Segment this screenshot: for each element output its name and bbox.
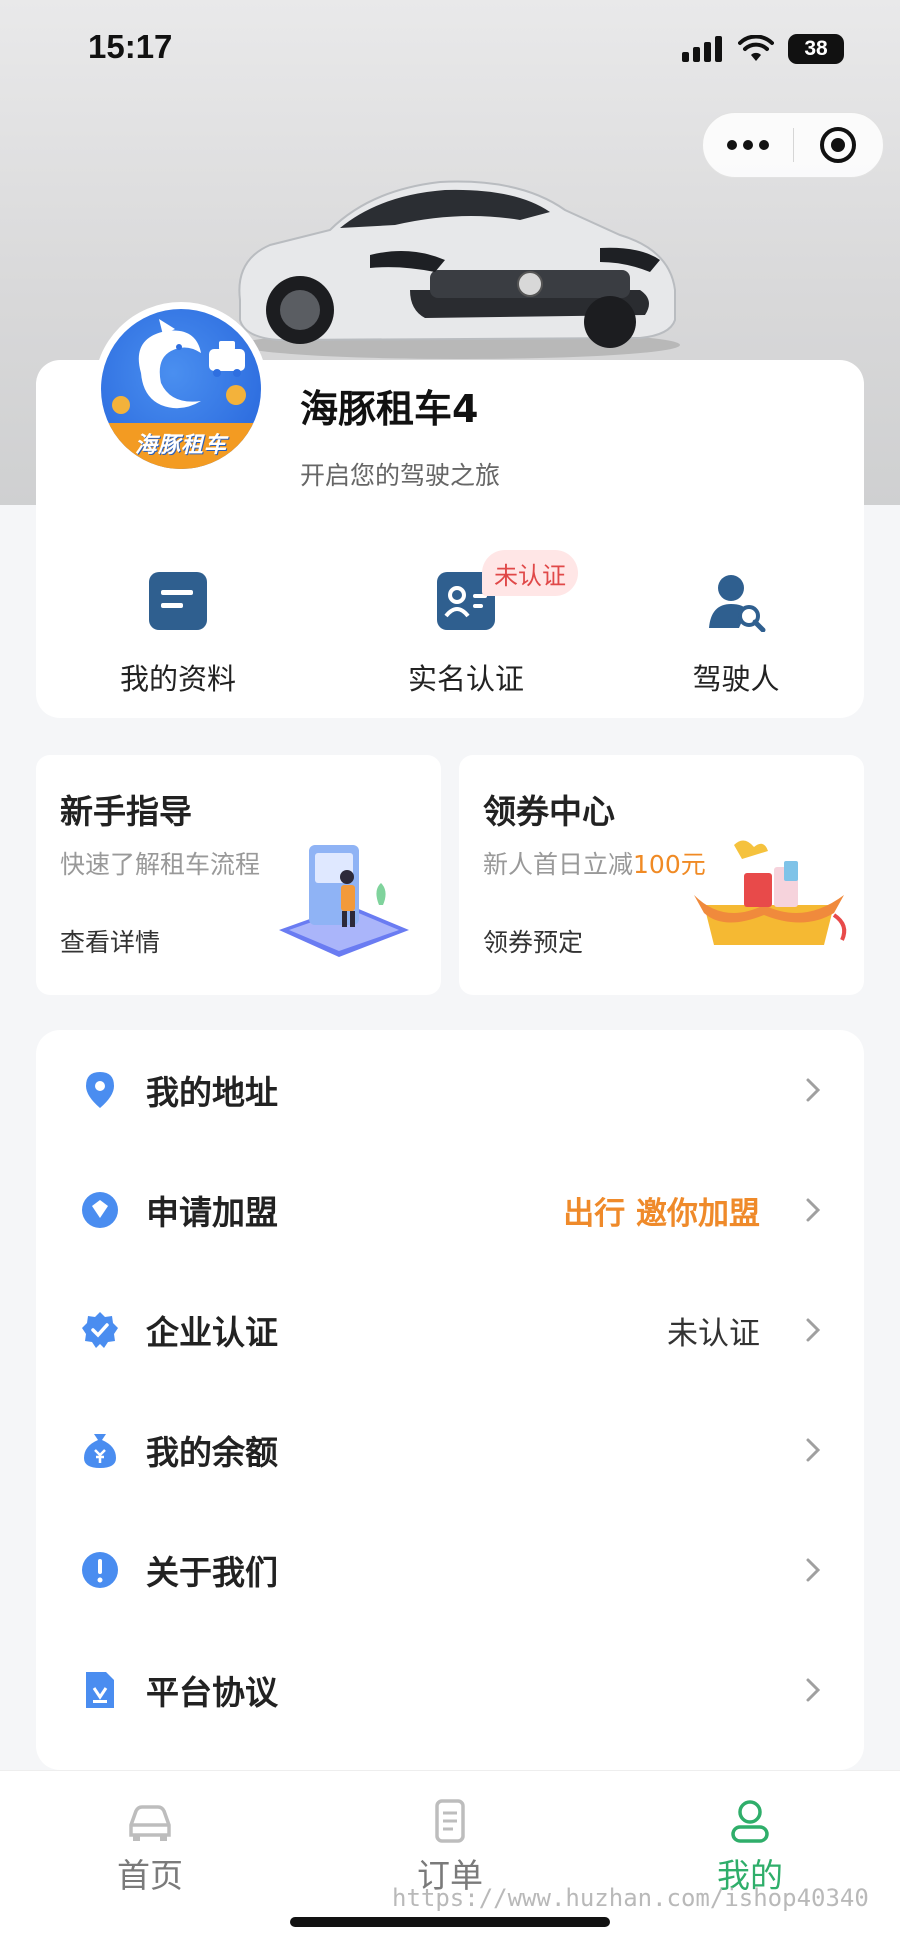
document-icon xyxy=(149,572,207,630)
user-icon xyxy=(731,1800,769,1843)
car-icon xyxy=(129,1805,171,1841)
unverified-badge: 未认证 xyxy=(482,550,578,596)
menu-item-address[interactable]: 我的地址 xyxy=(36,1030,864,1150)
home-indicator[interactable] xyxy=(290,1917,610,1927)
menu-value: 出行 邀你加盟 xyxy=(563,1195,760,1232)
quick-label: 实名认证 xyxy=(407,662,524,696)
agreement-doc-icon xyxy=(86,1672,114,1708)
profile-subtitle: 开启您的驾驶之旅 xyxy=(300,461,501,490)
status-time: 15:17 xyxy=(88,28,173,65)
menu-item-enterprise-auth[interactable]: 企业认证 未认证 xyxy=(36,1270,864,1390)
avatar[interactable]: 海豚租车 xyxy=(94,302,268,476)
franchise-tag-icon xyxy=(82,1192,118,1228)
quick-driver[interactable]: 驾驶人 xyxy=(626,570,846,698)
promo-link[interactable]: 领券预定 xyxy=(483,923,583,959)
order-list-icon xyxy=(435,1799,465,1843)
menu-item-agreement[interactable]: 平台协议 xyxy=(36,1630,864,1750)
location-pin-icon xyxy=(86,1072,114,1108)
promo-title: 领券中心 xyxy=(483,792,615,831)
gift-box-illustration-icon xyxy=(694,840,847,945)
settings-menu: 我的地址 申请加盟 出行 邀你加盟 企业认证 未认证 我的余额 关于我们 平台协… xyxy=(36,1030,864,1770)
signal-icon xyxy=(682,36,722,62)
driver-search-icon xyxy=(709,575,766,632)
chevron-right-icon xyxy=(806,1198,821,1222)
miniprogram-capsule[interactable] xyxy=(702,112,884,178)
avatar-brand-text: 海豚租车 xyxy=(134,433,227,458)
watermark: https://www.huzhan.com/ishop40340 xyxy=(392,1884,869,1912)
promo-title: 新手指导 xyxy=(60,792,192,831)
promo-subtitle-prefix: 新人首日立减 xyxy=(483,850,634,879)
verified-badge-icon xyxy=(82,1312,118,1348)
menu-label: 关于我们 xyxy=(146,1553,278,1592)
battery-icon: 38 xyxy=(788,34,844,64)
tab-label: 首页 xyxy=(117,1856,183,1895)
status-icons: 38 xyxy=(682,34,844,64)
info-icon xyxy=(82,1552,118,1588)
brand-logo: 海豚租车 xyxy=(101,309,261,469)
quick-my-profile[interactable]: 我的资料 xyxy=(68,570,288,698)
menu-item-about[interactable]: 关于我们 xyxy=(36,1510,864,1630)
chevron-right-icon xyxy=(806,1078,821,1102)
promo-coupon-center[interactable]: 领券中心 新人首日立减100元 领券预定 xyxy=(459,755,864,995)
menu-item-balance[interactable]: 我的余额 xyxy=(36,1390,864,1510)
profile-name: 海豚租车4 xyxy=(300,387,479,431)
menu-label: 企业认证 xyxy=(146,1313,278,1352)
quick-label: 驾驶人 xyxy=(692,662,780,696)
chevron-right-icon xyxy=(806,1678,821,1702)
promo-link[interactable]: 查看详情 xyxy=(60,923,160,959)
menu-label: 申请加盟 xyxy=(146,1193,278,1232)
menu-value: 未认证 xyxy=(667,1315,760,1352)
promo-subtitle: 新人首日立减100元 xyxy=(483,845,706,881)
promo-beginner-guide[interactable]: 新手指导 快速了解租车流程 查看详情 xyxy=(36,755,441,995)
tab-home[interactable]: 首页 xyxy=(60,1799,240,1897)
menu-label: 平台协议 xyxy=(146,1673,278,1712)
more-dots-icon xyxy=(726,140,769,150)
wifi-icon xyxy=(738,35,774,61)
money-bag-icon xyxy=(84,1434,116,1468)
chevron-right-icon xyxy=(806,1558,821,1582)
avatar-brand-band: 海豚租车 xyxy=(101,423,261,469)
close-miniprogram-button[interactable] xyxy=(794,113,884,177)
guide-illustration-icon xyxy=(279,845,409,957)
tab-mine[interactable]: 我的 xyxy=(660,1799,840,1897)
car-image xyxy=(238,180,680,359)
dolphin-logo-icon xyxy=(112,319,246,414)
tab-orders[interactable]: 订单 xyxy=(360,1799,540,1897)
chevron-right-icon xyxy=(806,1318,821,1342)
more-button[interactable] xyxy=(703,113,793,177)
chevron-right-icon xyxy=(806,1438,821,1462)
menu-label: 我的余额 xyxy=(146,1433,278,1472)
menu-item-franchise[interactable]: 申请加盟 出行 邀你加盟 xyxy=(36,1150,864,1270)
status-bar: 15:17 38 xyxy=(0,0,900,100)
target-circle-icon xyxy=(820,127,857,163)
promo-subtitle: 快速了解租车流程 xyxy=(60,850,261,879)
quick-label: 我的资料 xyxy=(119,662,236,696)
menu-label: 我的地址 xyxy=(146,1073,278,1112)
